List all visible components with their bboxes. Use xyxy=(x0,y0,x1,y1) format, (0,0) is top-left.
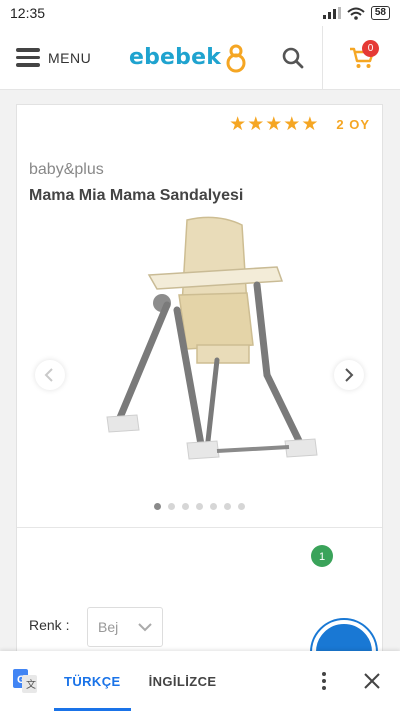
star-icon: ★ xyxy=(283,114,301,135)
close-icon xyxy=(364,673,380,689)
color-select-value: Bej xyxy=(98,619,119,635)
wifi-icon xyxy=(347,7,365,20)
green-badge: 1 xyxy=(311,545,333,567)
logo-text: ebebek xyxy=(128,45,222,70)
more-vertical-icon xyxy=(322,672,326,690)
hamburger-icon xyxy=(16,48,40,67)
product-card: ★ ★ ★ ★ ★ 2 OY baby&plus Mama Mia Mama Sanda… xyxy=(16,104,383,664)
menu-button[interactable]: MENU xyxy=(0,26,112,89)
product-brand[interactable]: baby&plus xyxy=(29,161,104,179)
cart-count-badge: 0 xyxy=(362,40,379,57)
search-icon xyxy=(282,47,304,68)
menu-label: MENU xyxy=(48,49,92,66)
chevron-right-icon xyxy=(345,368,354,382)
color-label: Renk : xyxy=(29,617,70,633)
carousel-next-button[interactable] xyxy=(334,360,364,390)
logo-mark-icon xyxy=(226,44,246,72)
age-label: 2 OY xyxy=(336,117,370,132)
divider xyxy=(17,527,382,528)
status-bar: 12:35 58 xyxy=(0,0,400,26)
chevron-left-icon xyxy=(44,368,53,382)
color-select[interactable]: Bej xyxy=(87,607,163,647)
tab-source-language[interactable]: TÜRKÇE xyxy=(50,651,135,711)
signal-icon xyxy=(322,7,341,19)
carousel-dot[interactable] xyxy=(224,503,231,510)
more-options-button[interactable] xyxy=(304,671,344,691)
status-time: 12:35 xyxy=(10,5,46,21)
carousel-dot[interactable] xyxy=(238,503,245,510)
cart-button[interactable]: 0 xyxy=(322,26,400,89)
google-translate-icon: G 文 xyxy=(0,669,50,693)
star-rating: ★ ★ ★ ★ ★ xyxy=(229,115,318,134)
carousel-dot[interactable] xyxy=(168,503,175,510)
chevron-down-icon xyxy=(138,622,152,631)
carousel-dot[interactable] xyxy=(210,503,217,510)
status-icons: 58 xyxy=(322,6,390,20)
site-logo[interactable]: ebebek xyxy=(112,26,264,89)
product-image[interactable] xyxy=(67,215,337,495)
translate-bar: G 文 TÜRKÇE İNGİLİZCE xyxy=(0,651,400,711)
product-title: Mama Mia Mama Sandalyesi xyxy=(29,187,244,204)
star-icon: ★ xyxy=(301,114,319,135)
carousel-dot[interactable] xyxy=(196,503,203,510)
carousel-dots xyxy=(17,503,382,510)
svg-text:文: 文 xyxy=(26,678,36,691)
search-button[interactable] xyxy=(264,26,322,89)
carousel-dot[interactable] xyxy=(154,503,161,510)
star-icon: ★ xyxy=(247,114,265,135)
battery-indicator: 58 xyxy=(370,6,390,20)
carousel-prev-button[interactable] xyxy=(35,360,65,390)
site-header: MENU ebebek 0 xyxy=(0,26,400,90)
star-icon: ★ xyxy=(229,114,247,135)
rating-row: ★ ★ ★ ★ ★ 2 OY xyxy=(229,115,370,134)
carousel-dot[interactable] xyxy=(182,503,189,510)
star-icon: ★ xyxy=(265,114,283,135)
close-translate-button[interactable] xyxy=(344,673,400,689)
tab-target-language[interactable]: İNGİLİZCE xyxy=(135,651,231,711)
